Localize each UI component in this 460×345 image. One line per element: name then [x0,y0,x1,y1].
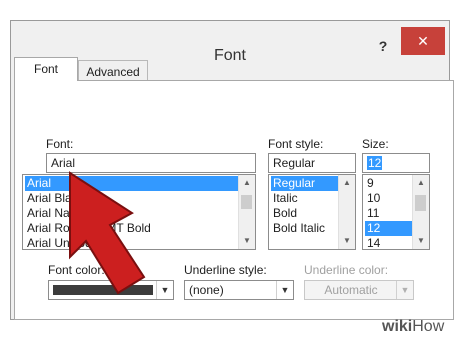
size-list-item[interactable]: 9 [365,176,374,191]
font-dialog-screenshot: Font ? ✕ Advanced Font Font: Arial Arial… [0,0,460,345]
help-button[interactable]: ? [371,35,395,57]
chevron-down-icon[interactable]: ▼ [276,281,293,299]
scroll-down-icon[interactable]: ▼ [239,233,255,249]
tab-advanced[interactable]: Advanced [78,60,148,82]
font-style-label: Font style: [268,137,324,151]
font-style-item[interactable]: Bold Italic [271,221,325,236]
underline-color-label: Underline color: [304,263,389,277]
red-pointer-arrow-icon [69,171,146,295]
scroll-thumb[interactable] [415,195,426,211]
font-style-item[interactable]: Regular [271,176,339,191]
watermark-how: How [412,318,445,335]
size-list-scrollbar[interactable]: ▲ ▼ [412,175,429,249]
chevron-down-icon[interactable]: ▼ [396,281,413,299]
size-list-item[interactable]: 11 [365,206,379,221]
underline-style-label: Underline style: [184,263,267,277]
scroll-down-icon[interactable]: ▼ [339,233,355,249]
underline-style-dropdown[interactable]: (none) ▼ [184,280,294,300]
scroll-thumb[interactable] [241,195,252,209]
size-list[interactable]: 9 10 11 12 14 ▲ ▼ [362,174,430,250]
font-style-scrollbar[interactable]: ▲ ▼ [338,175,355,249]
underline-color-dropdown[interactable]: Automatic ▼ [304,280,414,300]
font-style-item[interactable]: Bold [271,206,297,221]
size-input-selected-text: 12 [367,156,383,170]
font-list-scrollbar[interactable]: ▲ ▼ [238,175,255,249]
scroll-up-icon[interactable]: ▲ [239,175,255,191]
scroll-down-icon[interactable]: ▼ [413,233,429,249]
size-list-item[interactable]: 12 [365,221,413,236]
chevron-down-icon[interactable]: ▼ [156,281,173,299]
size-input[interactable]: 12 [362,153,430,173]
wikihow-watermark: wikiHow [382,318,444,336]
tab-font[interactable]: Font [14,57,78,81]
scroll-up-icon[interactable]: ▲ [339,175,355,191]
font-label: Font: [46,137,74,151]
font-style-item[interactable]: Italic [271,191,298,206]
scroll-up-icon[interactable]: ▲ [413,175,429,191]
font-style-input[interactable]: Regular [268,153,356,173]
underline-style-value: (none) [189,283,224,297]
size-label: Size: [362,137,389,151]
font-style-list[interactable]: Regular Italic Bold Bold Italic ▲ ▼ [268,174,356,250]
size-list-item[interactable]: 14 [365,236,380,249]
watermark-wiki: wiki [382,318,413,335]
size-list-item[interactable]: 10 [365,191,380,206]
close-button[interactable]: ✕ [401,27,445,55]
tab-font-label: Font [33,62,58,76]
tab-advanced-label: Advanced [86,65,140,79]
